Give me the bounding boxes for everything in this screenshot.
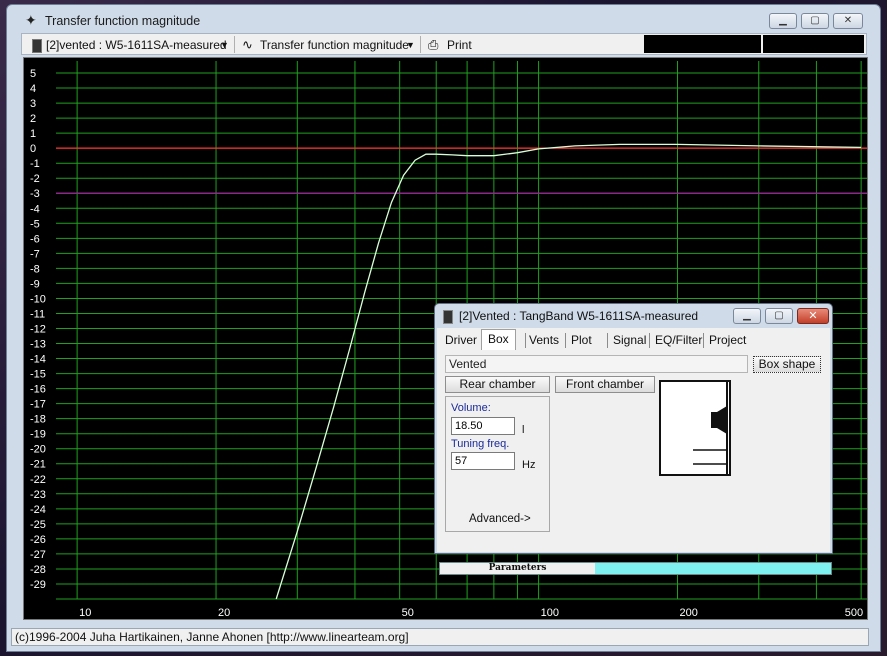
x-tick-label: 200 xyxy=(680,607,698,619)
x-tick-label: 50 xyxy=(402,607,414,619)
y-tick-label: -11 xyxy=(30,308,45,320)
maximize-button[interactable]: ▢ xyxy=(765,308,793,324)
volume-unit: l xyxy=(522,424,525,436)
chevron-down-icon[interactable]: ▼ xyxy=(220,37,229,53)
box-shape-button[interactable]: Box shape xyxy=(753,356,821,373)
y-tick-label: -9 xyxy=(30,278,40,290)
project-select[interactable]: [2]vented : W5-1611SA-measured xyxy=(46,37,227,53)
y-tick-label: -12 xyxy=(30,323,46,335)
y-tick-label: 1 xyxy=(30,128,36,140)
tab-signal[interactable]: Signal xyxy=(613,331,646,350)
y-tick-label: 4 xyxy=(30,83,36,95)
y-tick-label: -17 xyxy=(30,399,46,411)
y-tick-label: -1 xyxy=(30,158,40,170)
tab-plot[interactable]: Plot xyxy=(571,331,592,350)
y-tick-label: -6 xyxy=(30,233,40,245)
y-tick-label: -7 xyxy=(30,248,40,260)
y-tick-label: -28 xyxy=(30,564,46,576)
y-tick-label: -19 xyxy=(30,429,46,441)
app-icon: ✦ xyxy=(25,12,37,28)
y-tick-label: -15 xyxy=(30,369,46,381)
advanced-button[interactable]: Advanced-> xyxy=(469,513,531,525)
tuning-input[interactable] xyxy=(451,452,515,470)
readout-box xyxy=(763,35,864,53)
tab-divider xyxy=(649,333,650,348)
y-tick-label: -5 xyxy=(30,218,40,230)
front-chamber-button[interactable]: Front chamber xyxy=(555,376,655,393)
minimize-button[interactable]: ▁ xyxy=(733,308,761,324)
wave-icon: ∿ xyxy=(242,37,253,52)
rear-chamber-button[interactable]: Rear chamber xyxy=(445,376,550,393)
y-tick-label: -18 xyxy=(30,414,46,426)
y-tick-label: 0 xyxy=(30,143,36,155)
tab-driver[interactable]: Driver xyxy=(445,331,477,350)
window-title: Transfer function magnitude xyxy=(45,14,201,28)
status-bar: (c)1996-2004 Juha Hartikainen, Janne Aho… xyxy=(11,628,869,646)
y-tick-label: -14 xyxy=(30,354,46,366)
y-tick-label: -8 xyxy=(30,263,40,275)
y-tick-label: -3 xyxy=(30,188,40,200)
tab-eq-filter[interactable]: EQ/Filter xyxy=(655,331,702,350)
x-tick-label: 100 xyxy=(541,607,559,619)
toolbar: [2]vented : W5-1611SA-measured ▼ ∿ Trans… xyxy=(21,33,867,55)
y-tick-label: -27 xyxy=(30,549,46,561)
y-tick-label: -21 xyxy=(30,459,46,471)
printer-icon: ⎙ xyxy=(428,37,439,52)
y-tick-label: -24 xyxy=(30,504,46,516)
tab-vents[interactable]: Vents xyxy=(529,331,559,350)
x-tick-label: 20 xyxy=(218,607,230,619)
title-bar: ✦ Transfer function magnitude ▁ ▢ ✕ xyxy=(7,5,880,35)
progress-label: Parameters xyxy=(440,563,595,574)
y-tick-label: 5 xyxy=(30,68,36,80)
y-tick-label: -25 xyxy=(30,519,46,531)
y-tick-label: -29 xyxy=(30,579,46,591)
tab-box[interactable]: Box xyxy=(481,329,516,350)
tab-divider xyxy=(565,333,566,348)
document-icon xyxy=(443,310,453,324)
tuning-unit: Hz xyxy=(522,459,536,471)
print-button[interactable]: Print xyxy=(447,37,472,53)
box-dialog: [2]Vented : TangBand W5-1611SA-measured … xyxy=(434,303,833,575)
x-tick-label: 10 xyxy=(79,607,91,619)
y-tick-label: -20 xyxy=(30,444,46,456)
box-preview xyxy=(659,380,731,476)
y-tick-label: 2 xyxy=(30,113,36,125)
readout-box xyxy=(644,35,761,53)
close-button[interactable]: ✕ xyxy=(797,308,829,324)
parameters-progress-bar: Parameters xyxy=(439,562,832,575)
dialog-panel: Driver Box Vents Plot Signal EQ/Filter P… xyxy=(437,328,832,575)
plot-select[interactable]: Transfer function magnitude xyxy=(260,37,409,53)
minimize-button[interactable]: ▁ xyxy=(769,13,797,29)
y-tick-label: -4 xyxy=(30,203,40,215)
toolbar-divider xyxy=(420,36,421,53)
y-tick-label: -22 xyxy=(30,474,46,486)
dialog-title: [2]Vented : TangBand W5-1611SA-measured xyxy=(459,309,699,323)
y-tick-label: -26 xyxy=(30,534,46,546)
chamber-group: Volume: l Tuning freq. Hz Advanced-> xyxy=(445,396,550,532)
toolbar-divider xyxy=(234,36,235,53)
box-type-field[interactable]: Vented xyxy=(445,355,748,373)
chevron-down-icon[interactable]: ▼ xyxy=(406,37,415,53)
tab-divider xyxy=(525,333,526,348)
y-tick-label: 3 xyxy=(30,98,36,110)
y-tick-label: -2 xyxy=(30,173,40,185)
volume-input[interactable] xyxy=(451,417,515,435)
volume-label: Volume: xyxy=(451,402,491,414)
driver-icon xyxy=(693,382,728,474)
tab-divider xyxy=(607,333,608,348)
maximize-button[interactable]: ▢ xyxy=(801,13,829,29)
tuning-label: Tuning freq. xyxy=(451,438,510,450)
tab-project[interactable]: Project xyxy=(709,331,746,350)
y-tick-label: -16 xyxy=(30,384,46,396)
tab-divider xyxy=(703,333,704,348)
y-tick-label: -23 xyxy=(30,489,46,501)
y-tick-label: -10 xyxy=(30,293,46,305)
close-button[interactable]: ✕ xyxy=(833,13,863,29)
project-icon xyxy=(32,39,42,53)
x-tick-label: 500 xyxy=(845,607,863,619)
y-tick-label: -13 xyxy=(30,339,46,351)
